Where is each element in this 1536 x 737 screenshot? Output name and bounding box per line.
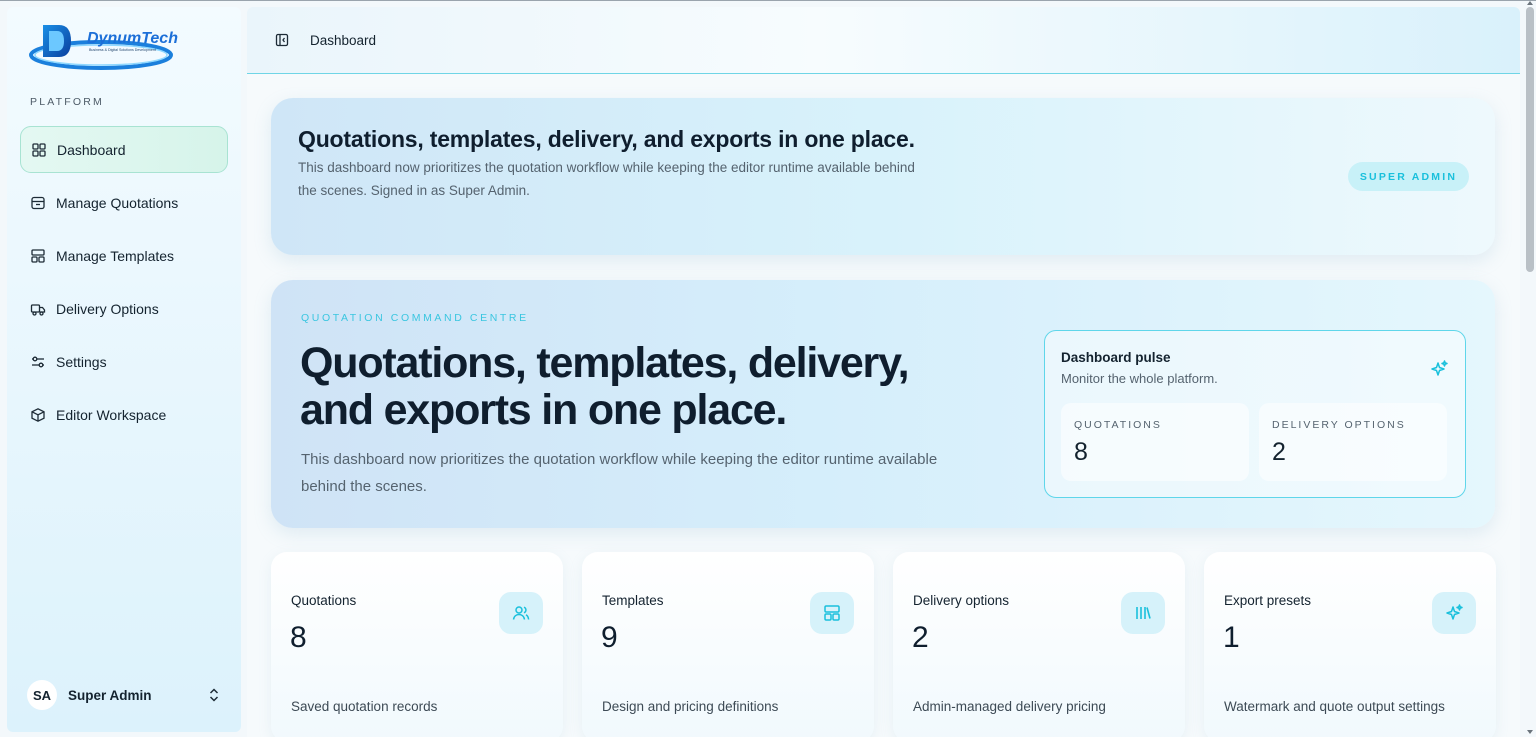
dynumtech-logo[interactable]: DynumTech Business & Digital Solutions D…	[29, 19, 185, 75]
layout-icon	[810, 592, 854, 634]
sidebar-item-label: Delivery Options	[56, 300, 159, 317]
layout-icon	[30, 248, 46, 264]
stat-label: DELIVERY OPTIONS	[1272, 419, 1406, 431]
stat-cards: Quotations 8 Saved quotation records Tem…	[271, 552, 1497, 737]
sidebar-item-manage-templates[interactable]: Manage Templates	[20, 232, 228, 279]
user-name: Super Admin	[68, 687, 152, 703]
breadcrumb: Dashboard	[310, 32, 377, 48]
scroll-up-arrow-icon[interactable]	[1526, 0, 1534, 6]
command-centre-description: This dashboard now prioritizes the quota…	[301, 451, 938, 495]
stat-card-delivery-options[interactable]: Delivery options 2 Admin-managed deliver…	[893, 552, 1185, 737]
library-icon	[1121, 592, 1165, 634]
sidebar-nav: Dashboard Manage Quotations Manage Templ…	[20, 126, 228, 444]
card-value: 1	[1223, 621, 1240, 654]
stat-value: 8	[1074, 438, 1088, 466]
sidebar-item-delivery-options[interactable]: Delivery Options	[20, 285, 228, 332]
sliders-icon	[30, 354, 46, 370]
avatar: SA	[27, 680, 57, 710]
stat-card-templates[interactable]: Templates 9 Design and pricing definitio…	[582, 552, 874, 737]
pulse-stat-delivery-options: DELIVERY OPTIONS 2	[1259, 403, 1447, 481]
scrollbar-thumb[interactable]	[1526, 7, 1534, 272]
users-icon	[499, 592, 543, 634]
sidebar-toggle-icon[interactable]	[275, 33, 289, 47]
truck-icon	[30, 301, 46, 317]
stat-label: QUOTATIONS	[1074, 419, 1162, 431]
pulse-subtitle: Monitor the whole platform.	[1061, 371, 1218, 386]
scroll-down-arrow-icon[interactable]	[1526, 729, 1534, 735]
card-value: 2	[912, 621, 929, 654]
card-description: Design and pricing definitions	[602, 699, 779, 714]
sidebar-item-manage-quotations[interactable]: Manage Quotations	[20, 179, 228, 226]
welcome-banner: Quotations, templates, delivery, and exp…	[271, 98, 1495, 255]
stat-card-export-presets[interactable]: Export presets 1 Watermark and quote out…	[1204, 552, 1496, 737]
card-value: 8	[290, 621, 307, 654]
sidebar-item-label: Manage Templates	[56, 247, 175, 264]
main-panel: Dashboard Quotations, templates, deliver…	[247, 7, 1520, 737]
logo-tagline: Business & Digital Solutions Development	[89, 48, 156, 52]
stat-value: 2	[1272, 438, 1286, 466]
logo-wordmark: DynumTech	[87, 30, 178, 47]
dashboard-pulse-card: Dashboard pulse Monitor the whole platfo…	[1044, 330, 1466, 498]
top-header: Dashboard	[247, 7, 1520, 74]
stat-card-quotations[interactable]: Quotations 8 Saved quotation records	[271, 552, 563, 737]
card-value: 9	[601, 621, 618, 654]
sidebar-item-label: Settings	[56, 353, 107, 370]
command-centre: QUOTATION COMMAND CENTRE Quotations, tem…	[271, 280, 1495, 528]
pulse-title: Dashboard pulse	[1061, 350, 1171, 365]
window-top-edge	[0, 0, 1536, 1]
sparkles-icon	[1432, 592, 1476, 634]
chevrons-up-down-icon[interactable]	[207, 687, 221, 703]
pulse-stat-quotations: QUOTATIONS 8	[1061, 403, 1249, 481]
card-title: Export presets	[1224, 593, 1312, 608]
command-centre-eyebrow: QUOTATION COMMAND CENTRE	[301, 312, 529, 324]
role-badge: SUPER ADMIN	[1348, 162, 1469, 191]
section-label-platform: PLATFORM	[30, 96, 104, 108]
card-description: Saved quotation records	[291, 699, 438, 714]
sidebar-item-settings[interactable]: Settings	[20, 338, 228, 385]
sidebar-item-label: Manage Quotations	[56, 194, 179, 211]
inbox-icon	[30, 195, 46, 211]
card-description: Watermark and quote output settings	[1224, 699, 1445, 714]
sidebar-item-dashboard[interactable]: Dashboard	[20, 126, 228, 173]
card-title: Templates	[602, 593, 664, 608]
sidebar: DynumTech Business & Digital Solutions D…	[7, 7, 241, 732]
sidebar-item-label: Editor Workspace	[56, 406, 167, 423]
card-title: Quotations	[291, 593, 357, 608]
user-menu[interactable]: SA Super Admin	[21, 674, 229, 716]
card-title: Delivery options	[913, 593, 1010, 608]
sparkles-icon	[1431, 360, 1448, 376]
sidebar-item-editor-workspace[interactable]: Editor Workspace	[20, 391, 228, 438]
command-centre-title: Quotations, templates, delivery, and exp…	[300, 339, 910, 434]
card-description: Admin-managed delivery pricing	[913, 699, 1106, 714]
sidebar-item-label: Dashboard	[57, 141, 126, 158]
package-icon	[30, 407, 46, 423]
grid-icon	[31, 142, 47, 158]
banner-title: Quotations, templates, delivery, and exp…	[298, 126, 915, 152]
banner-description: This dashboard now prioritizes the quota…	[298, 160, 915, 198]
